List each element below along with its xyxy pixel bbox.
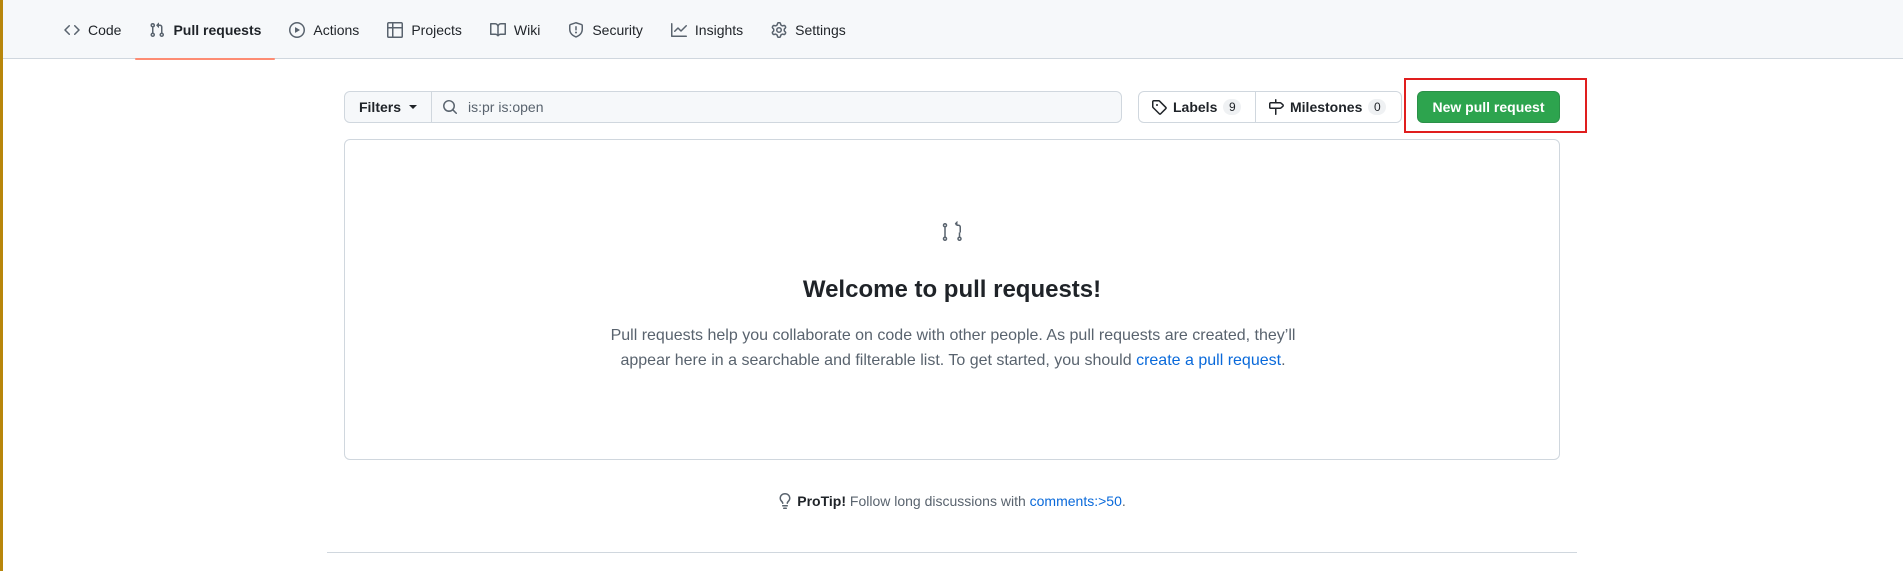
code-icon	[64, 24, 80, 35]
graph-icon	[670, 22, 687, 37]
tab-actions[interactable]: Actions	[275, 0, 373, 59]
search-box	[432, 92, 1121, 122]
milestones-button[interactable]: Milestones 0	[1256, 92, 1398, 122]
labels-label: Labels	[1173, 99, 1218, 115]
milestones-count-badge: 0	[1368, 99, 1387, 115]
filters-label: Filters	[358, 99, 401, 115]
shield-icon	[569, 21, 584, 38]
create-pull-request-link[interactable]: create a pull request	[1136, 352, 1281, 369]
labels-button[interactable]: Labels 9	[1139, 92, 1256, 122]
labels-count-badge: 9	[1223, 99, 1242, 115]
tab-label: Settings	[795, 21, 846, 38]
tab-label: Security	[592, 21, 643, 38]
labels-milestones-group: Labels 9 Milestones 0	[1138, 91, 1402, 123]
window-left-border	[0, 0, 3, 571]
blankslate-icon-wrap	[941, 220, 965, 244]
tab-label: Projects	[411, 21, 462, 38]
tab-label: Pull requests	[173, 21, 262, 38]
tab-insights[interactable]: Insights	[657, 0, 757, 59]
tag-icon	[1152, 100, 1167, 115]
tab-label: Insights	[694, 21, 744, 38]
table-icon	[387, 21, 404, 38]
tab-security[interactable]: Security	[554, 0, 657, 59]
play-icon	[289, 21, 306, 38]
tab-projects[interactable]: Projects	[373, 0, 476, 59]
search-icon	[443, 100, 458, 115]
filters-dropdown-button[interactable]: Filters	[345, 92, 432, 122]
git-pull-request-icon	[942, 221, 962, 241]
gear-icon	[771, 21, 787, 38]
tab-label: Actions	[313, 21, 360, 38]
repo-tabs: Code Pull requests Actions Projects Wiki…	[50, 0, 860, 60]
protip-label: ProTip!	[797, 493, 846, 509]
protip-suffix: .	[1121, 493, 1126, 509]
git-pull-request-icon	[150, 22, 165, 37]
milestone-icon	[1269, 99, 1284, 115]
filter-search-group: Filters	[344, 91, 1122, 123]
empty-state-panel: Welcome to pull requests! Pull requests …	[344, 139, 1560, 460]
light-bulb-icon	[779, 493, 791, 509]
new-pull-request-button[interactable]: New pull request	[1417, 91, 1560, 123]
blankslate-description: Pull requests help you collaborate on co…	[605, 323, 1301, 373]
tab-settings[interactable]: Settings	[757, 0, 860, 59]
protip: ProTip! Follow long discussions with com…	[0, 493, 1903, 509]
tab-code[interactable]: Code	[50, 0, 135, 59]
protip-link[interactable]: comments:>50	[1030, 493, 1122, 509]
protip-text: Follow long discussions with	[846, 493, 1030, 509]
book-icon	[489, 22, 506, 36]
milestones-label: Milestones	[1290, 99, 1363, 115]
blankslate-text-end: .	[1281, 352, 1286, 369]
caret-down-icon	[409, 105, 417, 109]
search-input[interactable]	[466, 98, 1066, 116]
tab-label: Wiki	[513, 21, 541, 38]
footer-divider	[327, 552, 1577, 553]
tab-label: Code	[88, 21, 122, 38]
tab-wiki[interactable]: Wiki	[476, 0, 554, 59]
tab-pull-requests[interactable]: Pull requests	[135, 0, 276, 60]
repo-navigation: Code Pull requests Actions Projects Wiki…	[3, 0, 1903, 60]
blankslate-title: Welcome to pull requests!	[802, 276, 1102, 303]
